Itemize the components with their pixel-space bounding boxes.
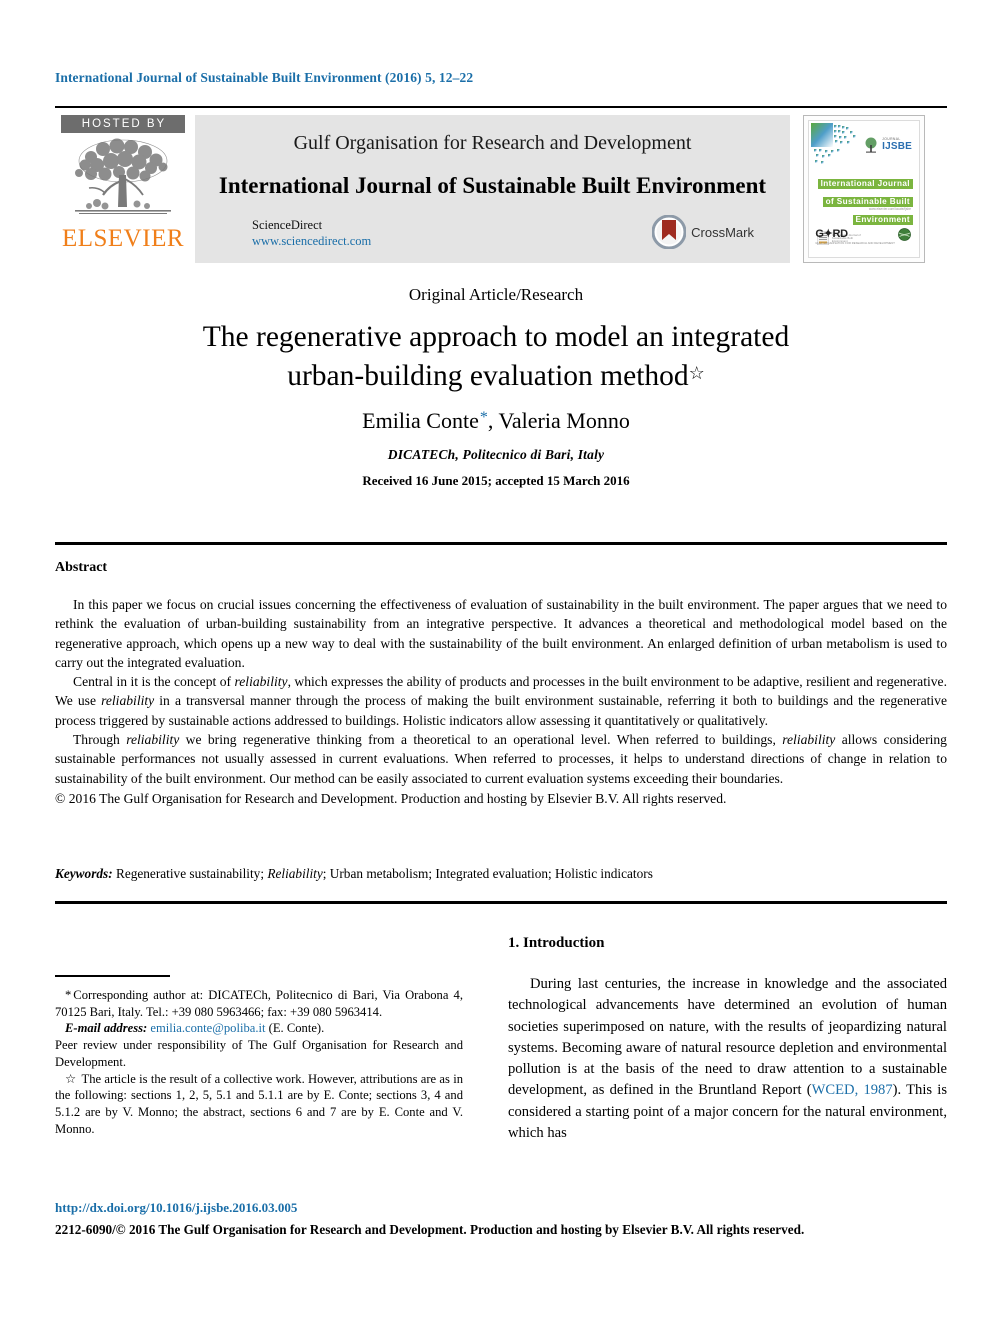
abstract-paragraph-3: Through reliability we bring regenerativ…	[55, 730, 947, 788]
abstract-body: In this paper we focus on crucial issues…	[55, 595, 947, 808]
sciencedirect-label: ScienceDirect	[252, 218, 323, 232]
footnote-attribution: ☆ The article is the result of a collect…	[55, 1071, 463, 1138]
crossmark-badge[interactable]: CrossMark	[652, 215, 754, 249]
cover-subtitle: www.elsevier.com/locate/ijsbe	[868, 207, 911, 211]
abstract-p3-a: Through	[73, 732, 127, 748]
page-title: The regenerative approach to model an in…	[120, 318, 872, 396]
keywords-label: Keywords:	[55, 866, 113, 881]
banner-journal-title: International Journal of Sustainable Bui…	[218, 173, 767, 198]
author-list: Emilia Conte*, Valeria Monno	[0, 408, 992, 434]
footnote-email-link[interactable]: emilia.conte@poliba.it	[150, 1021, 265, 1035]
abstract-paragraph-2: Central in it is the concept of reliabil…	[55, 672, 947, 730]
elsevier-logo-block: HOSTED BY ELSEVIER	[55, 115, 191, 263]
crossmark-icon	[652, 215, 687, 249]
doi-link[interactable]: http://dx.doi.org/10.1016/j.ijsbe.2016.0…	[55, 1200, 297, 1216]
intro-p1-a: During last centuries, the increase in k…	[508, 976, 947, 1099]
footer-copyright: 2212-6090/© 2016 The Gulf Organisation f…	[55, 1222, 805, 1237]
cover-ijsbe-logo: JOURNAL IJSBE	[863, 137, 912, 153]
crossmark-label: CrossMark	[691, 224, 754, 240]
footnote-email-attribution: (E. Conte).	[268, 1021, 325, 1036]
gord-wordmark: G✦RD	[815, 228, 848, 240]
keyword-group-2: ; Urban metabolism; Integrated evaluatio…	[322, 866, 653, 881]
sciencedirect-block: ScienceDirect www.sciencedirect.com	[252, 218, 371, 249]
gord-globe-icon	[898, 228, 911, 241]
corresponding-author-marker[interactable]: *	[479, 409, 488, 426]
abstract-top-rule	[55, 542, 947, 545]
author-name-1: Emilia Conte	[362, 408, 479, 433]
abstract-p2-italic-1: reliability	[234, 674, 288, 690]
journal-banner: Gulf Organisation for Research and Devel…	[195, 115, 790, 263]
article-type-label: Original Article/Research	[408, 285, 584, 304]
section-heading-introduction: 1. Introduction	[508, 935, 605, 951]
cover-inner: JOURNAL IJSBE International Journal of S…	[808, 120, 920, 258]
footnotes-column: * Corresponding author at: DICATECh, Poli…	[55, 935, 463, 1190]
keywords-bottom-rule	[55, 901, 947, 904]
keyword-italic: Reliability	[267, 866, 323, 881]
footnotes-block: * Corresponding author at: DICATECh, Poli…	[55, 987, 463, 1138]
footnote-email: E-mail address: emilia.conte@poliba.it (…	[55, 1020, 463, 1037]
title-line-1: The regenerative approach to model an in…	[202, 321, 790, 353]
journal-header-block: HOSTED BY ELSEVIER Gulf Organisation for…	[55, 115, 947, 263]
footnote-attribution-text: The article is the result of a collectiv…	[55, 1071, 464, 1136]
abstract-copyright: © 2016 The Gulf Organisation for Researc…	[55, 790, 727, 806]
running-head: International Journal of Sustainable Bui…	[55, 70, 474, 85]
abstract-p2-a: Central in it is the concept of	[73, 674, 235, 690]
journal-first-page: International Journal of Sustainable Bui…	[0, 0, 992, 1323]
footnote-star-marker: ☆	[65, 1071, 77, 1086]
abstract-p1-text: In this paper we focus on crucial issues…	[55, 597, 947, 670]
elsevier-wordmark: ELSEVIER	[61, 225, 185, 252]
introduction-column: 1. Introduction During last centuries, t…	[508, 935, 947, 1190]
abstract-p3-italic-1: reliability	[126, 732, 180, 748]
cover-bottom-right-logo: G✦RD GULF ORGANISATION FOR RESEARCH AND …	[815, 224, 911, 245]
footnote-email-label: E-mail address:	[65, 1021, 148, 1036]
abstract-p3-italic-2: reliability	[782, 732, 836, 748]
author-name-2: , Valeria Monno	[487, 408, 630, 433]
cover-title-line-1: International Journal	[817, 179, 913, 189]
title-footnote-marker[interactable]: ☆	[689, 363, 705, 383]
cover-logo-big-text: IJSBE	[882, 140, 912, 152]
cover-tree-icon	[865, 137, 877, 153]
cover-title-line-2: of Sustainable Built	[822, 197, 913, 207]
sciencedirect-url[interactable]: www.sciencedirect.com	[252, 234, 371, 250]
title-line-2: urban-building evaluation method	[287, 359, 689, 392]
footnote-separator-rule	[55, 975, 170, 977]
article-history: Received 16 June 2015; accepted 15 March…	[362, 473, 630, 488]
footnote-corresponding: * Corresponding author at: DICATECh, Poli…	[55, 987, 463, 1020]
abstract-paragraph-1: In this paper we focus on crucial issues…	[55, 595, 947, 672]
elsevier-tree-icon	[75, 138, 171, 214]
introduction-paragraph-1: During last centuries, the increase in k…	[508, 974, 947, 1144]
author-affiliation: DICATECh, Politecnico di Bari, Italy	[387, 447, 605, 462]
cover-title-lines: International Journal of Sustainable Bui…	[817, 173, 913, 227]
hosted-by-badge: HOSTED BY	[61, 115, 185, 133]
keyword-group-1: Regenerative sustainability;	[115, 866, 265, 881]
footnote-peer-review: Peer review under responsibility of The …	[55, 1038, 463, 1069]
journal-cover-thumbnail: JOURNAL IJSBE International Journal of S…	[803, 115, 925, 263]
citation-link-wced[interactable]: WCED, 1987	[812, 1082, 893, 1098]
abstract-p2-c: in a transversal manner through the proc…	[55, 693, 947, 728]
abstract-p3-b: we bring regenerative thinking from a th…	[179, 732, 783, 748]
gord-subtext: GULF ORGANISATION FOR RESEARCH AND DEVEL…	[815, 242, 895, 245]
footnote-corresponding-text: Corresponding author at: DICATECh, Polit…	[55, 988, 463, 1019]
keywords-line: Keywords: Regenerative sustainability; R…	[55, 866, 947, 882]
banner-organisation: Gulf Organisation for Research and Devel…	[293, 132, 692, 154]
header-top-rule	[55, 106, 947, 108]
abstract-heading: Abstract	[55, 560, 108, 575]
abstract-p2-italic-2: reliability	[101, 693, 155, 709]
